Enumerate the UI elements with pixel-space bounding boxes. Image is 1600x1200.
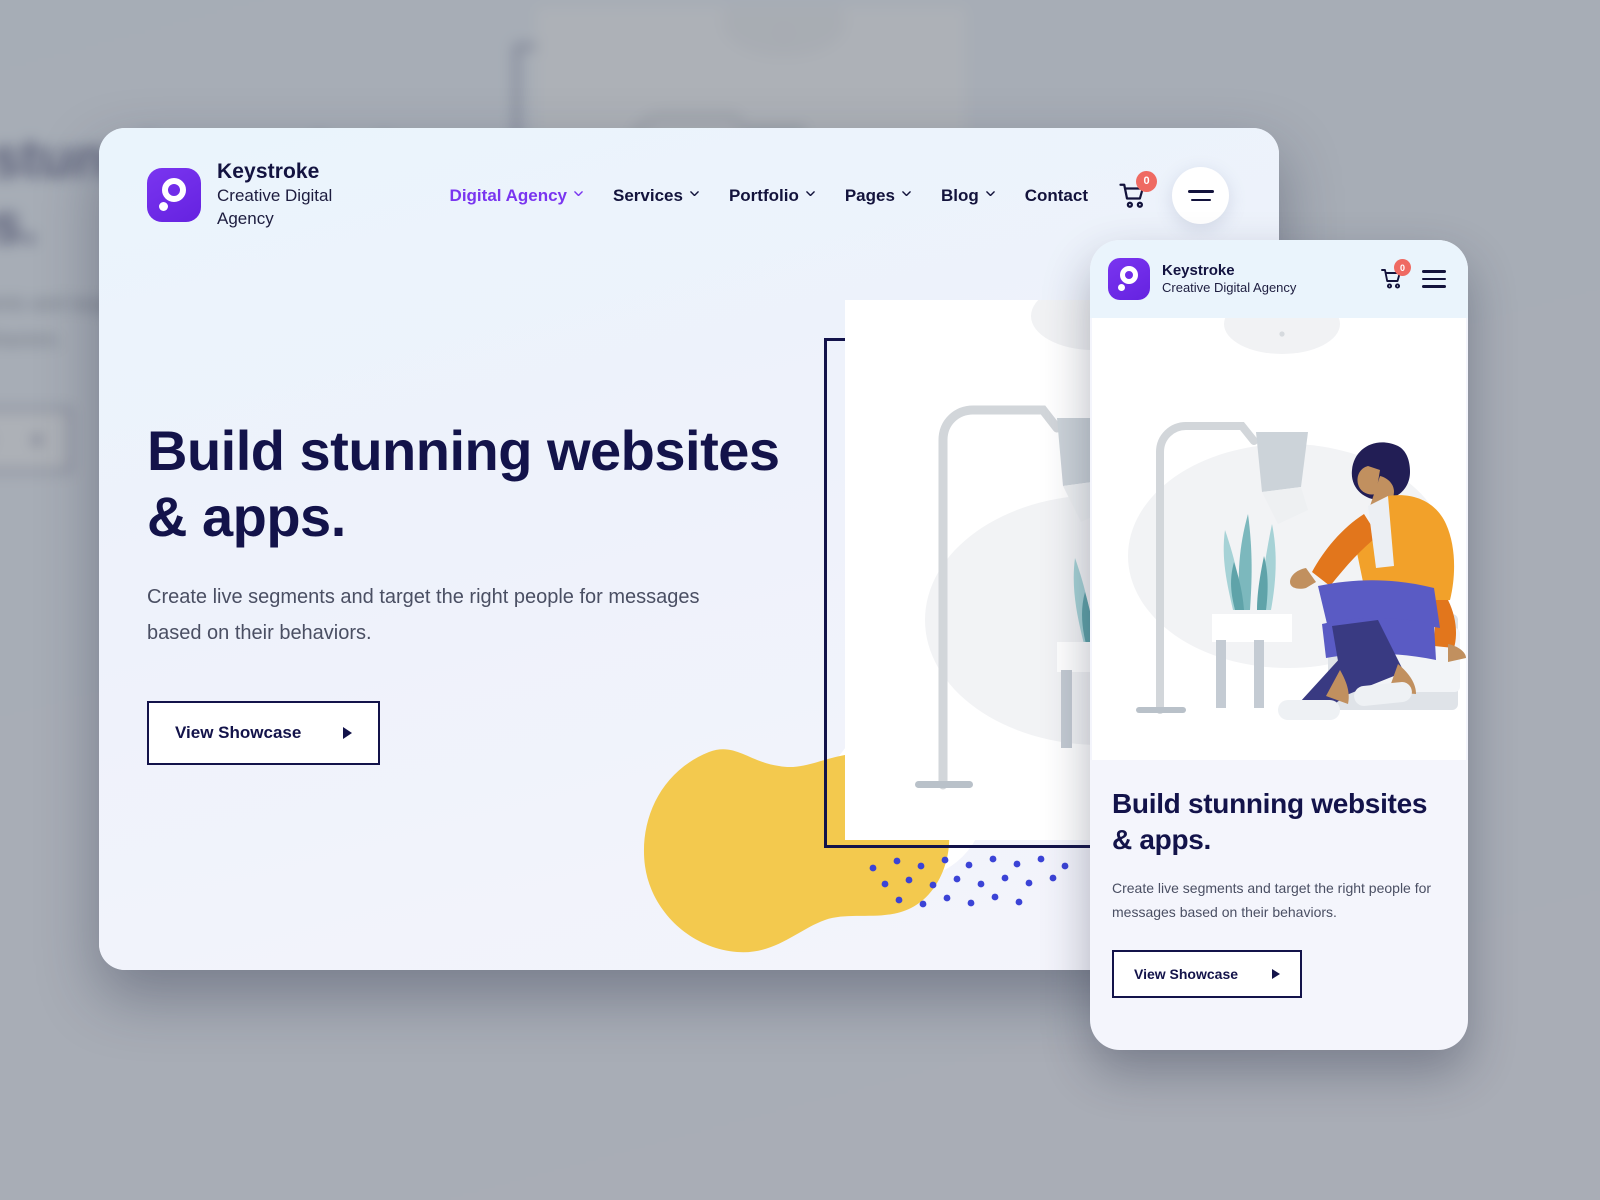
chevron-down-icon	[690, 191, 699, 200]
dot-pattern-decor	[869, 855, 1069, 908]
chevron-down-icon	[574, 191, 583, 200]
nav-label-contact: Contact	[1024, 185, 1088, 205]
keystroke-circle-logo-icon	[1108, 258, 1150, 300]
nav-label-digital-agency: Digital Agency	[449, 185, 567, 205]
hamburger-menu-icon[interactable]	[1172, 167, 1229, 224]
hero-heading-line-1: Build stunning websites	[147, 419, 780, 482]
brand-name: Keystroke	[217, 159, 320, 183]
view-showcase-button[interactable]: View Showcase	[147, 701, 381, 766]
page-title: Build stunning websites & apps.	[147, 418, 787, 549]
nav-label-services: Services	[613, 185, 683, 205]
phone-heading-line-2: apps.	[1139, 823, 1212, 855]
nav-item-portfolio[interactable]: Portfolio	[729, 186, 815, 206]
nav-item-services[interactable]: Services	[613, 186, 699, 206]
phone-view-showcase-label: View Showcase	[1134, 965, 1239, 982]
main-navigation: Digital Agency Services Portfolio Pages …	[450, 186, 1088, 206]
phone-brand-name: Keystroke	[1162, 261, 1235, 279]
chevron-down-icon	[902, 191, 911, 200]
phone-mockup: Keystroke Creative Digital Agency 0 Buil…	[1090, 240, 1468, 1050]
nav-item-contact[interactable]: Contact	[1025, 186, 1088, 206]
hero-copy-block: Build stunning websites & apps. Create l…	[147, 418, 787, 766]
nav-item-digital-agency[interactable]: Digital Agency	[450, 186, 583, 206]
phone-paragraph: Create live segments and target the righ…	[1112, 879, 1432, 920]
phone-shopping-cart-icon[interactable]: 0	[1380, 259, 1411, 291]
phone-brand-tagline: Creative Digital Agency	[1162, 279, 1297, 295]
play-triangle-icon	[1272, 968, 1281, 979]
chevron-down-icon	[985, 191, 995, 200]
chevron-down-icon	[806, 191, 815, 200]
site-header: Keystroke Creative Digital Agency Digita…	[99, 128, 1279, 263]
phone-view-showcase-button[interactable]: View Showcase	[1112, 949, 1303, 998]
play-triangle-icon	[343, 727, 353, 740]
brand-tagline: Creative Digital Agency	[217, 186, 333, 229]
hero-heading-line-2: & apps.	[147, 484, 346, 548]
phone-cart-badge: 0	[1394, 259, 1411, 276]
shopping-cart-icon[interactable]: 0	[1118, 170, 1157, 211]
phone-copy-block: Build stunning websites & apps. Create l…	[1090, 760, 1468, 998]
nav-item-blog[interactable]: Blog	[941, 186, 995, 206]
keystroke-circle-logo-icon	[147, 168, 201, 223]
nav-label-pages: Pages	[844, 185, 895, 205]
phone-illustration	[1092, 318, 1466, 760]
phone-header: Keystroke Creative Digital Agency 0	[1090, 240, 1468, 318]
nav-label-portfolio: Portfolio	[728, 185, 799, 205]
cart-badge: 0	[1136, 170, 1157, 192]
nav-label-blog: Blog	[940, 185, 979, 205]
nav-item-pages[interactable]: Pages	[845, 186, 911, 206]
phone-page-title: Build stunning websites & apps.	[1112, 786, 1446, 858]
hero-paragraph: Create live segments and target the righ…	[147, 586, 700, 645]
brand-block[interactable]: Keystroke Creative Digital Agency	[147, 160, 372, 231]
phone-hamburger-menu-icon[interactable]	[1422, 270, 1446, 288]
header-actions: 0	[1118, 167, 1229, 224]
view-showcase-label: View Showcase	[175, 723, 302, 743]
